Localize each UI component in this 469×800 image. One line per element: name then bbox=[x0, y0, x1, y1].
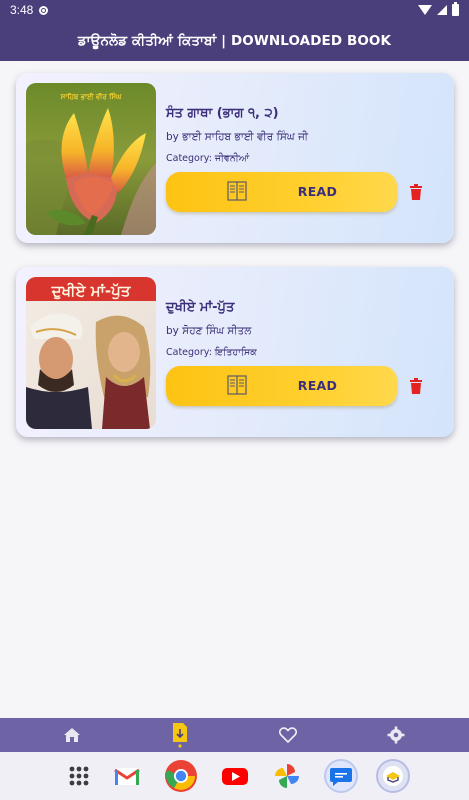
nav-downloads[interactable] bbox=[160, 718, 200, 752]
youtube-icon[interactable] bbox=[218, 759, 252, 793]
app-icon[interactable] bbox=[376, 759, 410, 793]
status-icons bbox=[418, 2, 459, 16]
delete-icon[interactable] bbox=[407, 377, 425, 395]
book-title: ਦੁਖੀਏ ਮਾਂ-ਪੁੱਤ bbox=[166, 300, 235, 315]
chrome-icon[interactable] bbox=[164, 759, 198, 793]
gmail-icon[interactable] bbox=[110, 759, 144, 793]
nav-settings[interactable] bbox=[376, 718, 416, 752]
book-author: by ਭਾਈ ਸਾਹਿਬ ਭਾਈ ਵੀਰ ਸਿੰਘ ਜੀ bbox=[166, 131, 309, 143]
favorite-icon bbox=[279, 727, 297, 743]
messages-icon[interactable] bbox=[324, 759, 358, 793]
book-category: Category: ਇਤਿਹਾਸਿਕ bbox=[166, 347, 257, 358]
page-title: ਡਾਊਨਲੋਡ ਕੀਤੀਆਂ ਕਿਤਾਬਾਂ | DOWNLOADED BOOK bbox=[77, 32, 392, 49]
book-cover[interactable]: ਦੁਖੀਏ ਮਾਂ-ਪੁੱਤ bbox=[26, 277, 156, 429]
signal-icon bbox=[437, 5, 447, 15]
read-label: READ bbox=[297, 184, 338, 199]
book-list: ਸਾਹਿਬ ਭਾਈ ਵੀਰ ਸਿੰਘ ਸੰਤ ਗਾਥਾ (ਭਾਗ ੧, ੨) b… bbox=[0, 61, 469, 718]
book-author: by ਸੋਹਣ ਸਿੰਘ ਸੀਤਲ bbox=[166, 325, 252, 337]
book-category: Category: ਜੀਵਨੀਆਂ bbox=[166, 153, 250, 164]
read-button[interactable]: READ bbox=[166, 172, 397, 212]
read-label: READ bbox=[297, 378, 338, 393]
delete-icon[interactable] bbox=[407, 183, 425, 201]
battery-icon bbox=[452, 2, 459, 16]
downloads-icon bbox=[173, 723, 187, 748]
home-icon bbox=[64, 728, 80, 742]
photos-icon[interactable] bbox=[270, 759, 304, 793]
status-time: 3:48 bbox=[10, 3, 34, 17]
read-button[interactable]: READ bbox=[166, 366, 397, 406]
nav-favorites[interactable] bbox=[268, 718, 308, 752]
book-card[interactable]: ਦੁਖੀਏ ਮਾਂ-ਪੁੱਤ ਦੁਖੀਏ ਮਾਂ-ਪੁੱਤ by ਸੋਹਣ ਸਿ… bbox=[16, 267, 454, 437]
bottom-navigation bbox=[0, 718, 469, 752]
notification-icon bbox=[39, 5, 49, 15]
cover-text: ਸਾਹਿਬ ਭਾਈ ਵੀਰ ਸਿੰਘ bbox=[60, 92, 122, 101]
book-info: ਸੰਤ ਗਾਥਾ (ਭਾਗ ੧, ੨) by ਭਾਈ ਸਾਹਿਬ ਭਾਈ ਵੀਰ… bbox=[166, 73, 454, 243]
nav-home[interactable] bbox=[52, 718, 92, 752]
settings-icon bbox=[387, 726, 405, 744]
cover-text: ਦੁਖੀਏ ਮਾਂ-ਪੁੱਤ bbox=[51, 282, 132, 300]
book-cover[interactable]: ਸਾਹਿਬ ਭਾਈ ਵੀਰ ਸਿੰਘ bbox=[26, 83, 156, 235]
book-card[interactable]: ਸਾਹਿਬ ਭਾਈ ਵੀਰ ਸਿੰਘ ਸੰਤ ਗਾਥਾ (ਭਾਗ ੧, ੨) b… bbox=[16, 73, 454, 243]
book-title: ਸੰਤ ਗਾਥਾ (ਭਾਗ ੧, ੨) bbox=[166, 106, 279, 121]
book-info: ਦੁਖੀਏ ਮਾਂ-ਪੁੱਤ by ਸੋਹਣ ਸਿੰਘ ਸੀਤਲ Categor… bbox=[166, 267, 454, 437]
wifi-icon bbox=[418, 5, 432, 15]
apps-grid-icon[interactable] bbox=[62, 759, 96, 793]
app-bar: ਡਾਊਨਲੋਡ ਕੀਤੀਆਂ ਕਿਤਾਬਾਂ | DOWNLOADED BOOK bbox=[0, 20, 469, 61]
status-bar: 3:48 bbox=[0, 0, 469, 20]
system-dock bbox=[0, 752, 469, 800]
